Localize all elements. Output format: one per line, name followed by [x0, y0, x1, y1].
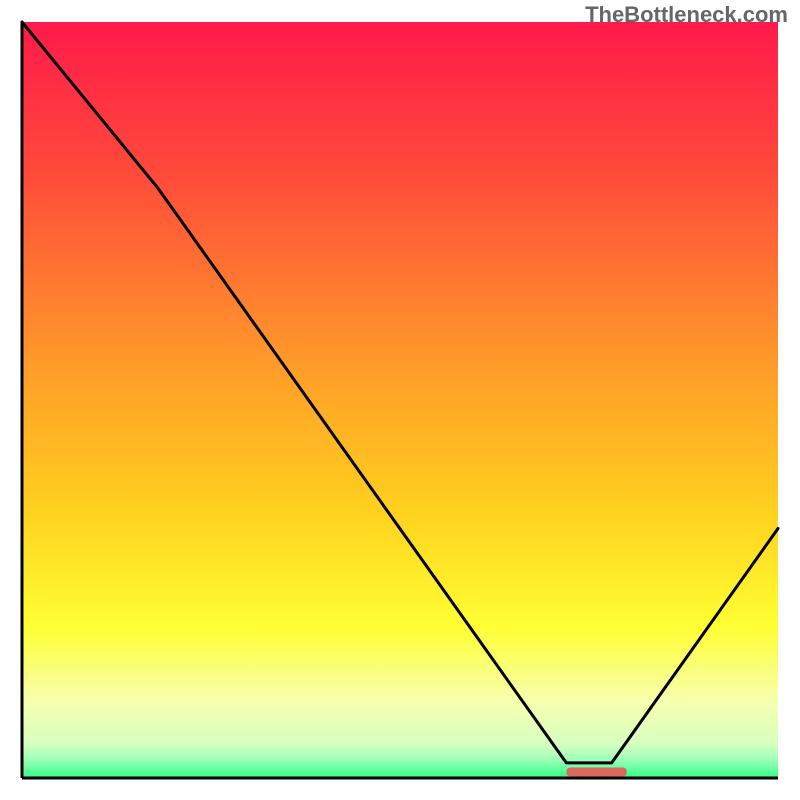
- watermark-text: TheBottleneck.com: [585, 2, 788, 28]
- chart-svg: [0, 0, 800, 800]
- bottleneck-chart: TheBottleneck.com: [0, 0, 800, 800]
- plot-background: [22, 22, 778, 778]
- optimal-marker: [566, 767, 626, 776]
